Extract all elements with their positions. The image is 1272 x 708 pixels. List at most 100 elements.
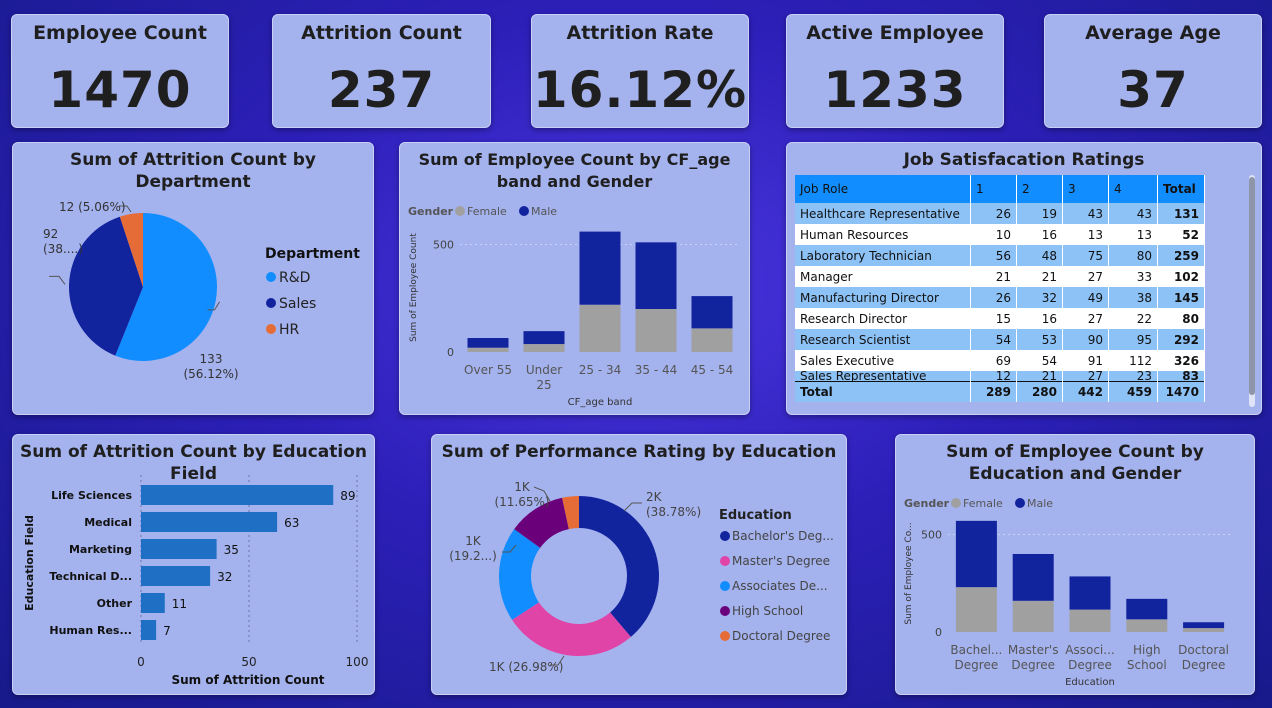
data-label: 1K (11.65%) — [494, 480, 549, 509]
x-tick-label: 0 — [137, 655, 145, 669]
bar-female — [1012, 600, 1054, 632]
bar-male — [635, 242, 677, 309]
bar — [141, 539, 217, 559]
department-pie-card: Sum of Attrition Count by Department 133… — [12, 142, 374, 415]
legend-marker — [720, 531, 730, 541]
y-tick-label: Human Res... — [49, 624, 132, 637]
bar-male — [1183, 622, 1225, 629]
x-axis-label: Sum of Attrition Count — [172, 673, 325, 687]
leader-line — [49, 275, 66, 285]
y-axis-label: Sum of Employee Co... — [904, 522, 914, 624]
x-tick-label: 45 - 54 — [691, 363, 734, 377]
column-header[interactable]: 3 — [1062, 175, 1109, 203]
kpi-card-employee-count: Employee Count 1470 — [11, 14, 229, 128]
education-field-bar-chart: 0 50 100 Life Sciences 89 Medical 63 Marketing 3… — [23, 475, 369, 687]
column-header[interactable]: 2 — [1016, 175, 1063, 203]
rating-cell: 90 — [1062, 329, 1109, 350]
data-label: 92 (38....) — [43, 227, 83, 256]
job-role-cell: Sales Executive — [795, 350, 971, 371]
rating-cell: 26 — [970, 203, 1017, 224]
legend-marker — [1015, 498, 1025, 508]
table-row[interactable]: Sales Executive 69 54 91 112 326 — [795, 350, 1205, 371]
column-header[interactable]: 1 — [970, 175, 1017, 203]
table-row[interactable]: Manager 21 21 27 33 102 — [795, 266, 1205, 287]
table-row[interactable]: Human Resources 10 16 13 13 52 — [795, 224, 1205, 245]
data-label: 11 — [172, 597, 187, 611]
data-label: 32 — [217, 570, 232, 584]
y-tick-label: 500 — [921, 529, 942, 542]
bar-female — [635, 309, 677, 352]
bar-female — [1069, 609, 1111, 632]
rating-cell: 10 — [970, 224, 1017, 245]
y-axis-label: Sum of Employee Count — [409, 233, 419, 342]
x-tick-label: 25 - 34 — [579, 363, 622, 377]
scroll-thumb[interactable] — [1249, 177, 1255, 395]
bar — [141, 593, 165, 613]
rating-cell: 80 — [1108, 245, 1158, 266]
x-tick-label: 100 — [346, 655, 369, 669]
rating-cell: 21 — [1016, 371, 1063, 382]
legend-label: Male — [531, 205, 557, 218]
rating-cell: 49 — [1062, 287, 1109, 308]
table-row[interactable]: Healthcare Representative 26 19 43 43 131 — [795, 203, 1205, 224]
legend-label: Doctoral Degree — [732, 629, 830, 643]
kpi-value: 1233 — [823, 61, 967, 119]
age-band-chart-card: Sum of Employee Count by CF_age band and… — [399, 142, 750, 415]
total-cell: 459 — [1108, 381, 1158, 402]
kpi-label: Active Employee — [806, 22, 984, 44]
age-band-stacked-chart: Gender Female Male 0 500 Sum of Employee Coun… — [408, 205, 740, 408]
legend-label: High School — [732, 604, 803, 618]
bar-male — [955, 520, 997, 588]
rating-cell: 43 — [1108, 203, 1158, 224]
y-tick-label: 500 — [433, 239, 454, 252]
data-label: 7 — [163, 624, 171, 638]
legend-label: Female — [467, 205, 507, 218]
x-axis-label: Education — [1065, 677, 1115, 688]
rating-cell: 21 — [970, 266, 1017, 287]
y-tick-label: Life Sciences — [51, 489, 132, 502]
rating-cell: 21 — [1016, 266, 1063, 287]
data-label: 1K (19.2...) — [449, 534, 497, 563]
job-role-cell: Research Scientist — [795, 329, 971, 350]
kpi-value: 1470 — [48, 61, 192, 119]
kpi-label: Attrition Rate — [566, 22, 714, 44]
bar-male — [1126, 598, 1168, 620]
performance-donut-card: Sum of Performance Rating by Education 2… — [431, 434, 847, 695]
kpi-value: 237 — [327, 61, 436, 119]
rating-cell: 53 — [1016, 329, 1063, 350]
job-role-cell: Laboratory Technician — [795, 245, 971, 266]
column-header[interactable]: 4 — [1108, 175, 1158, 203]
bar-male — [691, 296, 733, 329]
bar-female — [955, 587, 997, 632]
rating-cell: 80 — [1157, 308, 1205, 329]
bar-female — [691, 328, 733, 352]
x-axis-label: CF_age band — [568, 397, 633, 408]
data-label: 1K (26.98%) — [489, 660, 563, 674]
rating-cell: 26 — [970, 287, 1017, 308]
education-field-chart-card: Sum of Attrition Count by Education Fiel… — [12, 434, 375, 695]
table-row[interactable]: Research Director 15 16 27 22 80 — [795, 308, 1205, 329]
x-tick-label: 35 - 44 — [635, 363, 678, 377]
table-row[interactable]: Research Scientist 54 53 90 95 292 — [795, 329, 1205, 350]
rating-cell: 12 — [970, 371, 1017, 382]
legend-label: Male — [1027, 497, 1053, 510]
table-row[interactable]: Laboratory Technician 56 48 75 80 259 — [795, 245, 1205, 266]
rating-cell: 52 — [1157, 224, 1205, 245]
bar-female — [579, 304, 621, 352]
rating-cell: 95 — [1108, 329, 1158, 350]
total-cell: 1470 — [1157, 381, 1205, 402]
column-header[interactable]: Total — [1157, 175, 1205, 203]
table-row[interactable]: Sales Representative 12 21 27 23 83 — [795, 371, 1205, 382]
kpi-label: Employee Count — [33, 22, 207, 44]
table-scrollbar[interactable] — [1249, 175, 1255, 407]
legend-marker — [266, 324, 276, 334]
rating-cell: 23 — [1108, 371, 1158, 382]
table-row[interactable]: Manufacturing Director 26 32 49 38 145 — [795, 287, 1205, 308]
column-header[interactable]: Job Role — [795, 175, 971, 203]
bar-male — [1012, 554, 1054, 601]
legend-marker — [266, 298, 276, 308]
education-gender-stacked-chart: Gender Female Male 0 500 Sum of Employee Co..… — [904, 497, 1232, 688]
rating-cell: 326 — [1157, 350, 1205, 371]
table-title: Job Satisfacation Ratings — [903, 150, 1145, 170]
legend-label: R&D — [279, 270, 310, 286]
